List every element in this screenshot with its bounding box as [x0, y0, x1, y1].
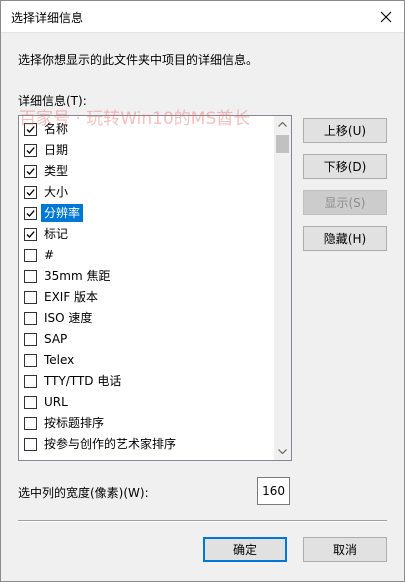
ok-button[interactable]: 确定 [203, 537, 287, 562]
scroll-down-button[interactable] [274, 443, 291, 460]
list-item[interactable]: URL [19, 392, 271, 413]
dialog-description: 选择你想显示的此文件夹中项目的详细信息。 [18, 53, 259, 67]
list-item-label: EXIF 版本 [44, 290, 99, 304]
scroll-up-arrow-icon [278, 122, 287, 127]
scrollbar-thumb[interactable] [276, 135, 289, 153]
checkmark-icon [26, 231, 35, 238]
checkmark-icon [26, 126, 35, 133]
list-item[interactable]: 按参与创作的艺术家排序 [19, 434, 271, 455]
scroll-up-button[interactable] [274, 116, 291, 133]
checkmark-icon [26, 189, 35, 196]
list-item[interactable]: 大小 [19, 182, 271, 203]
move-down-button[interactable]: 下移(D) [303, 154, 387, 179]
checkmark-icon [26, 147, 35, 154]
checkmark-icon [26, 168, 35, 175]
list-item-label: 名称 [44, 122, 69, 136]
list-item-label: TTY/TTD 电话 [44, 374, 122, 388]
list-item[interactable]: SAP [19, 329, 271, 350]
list-item-label: 日期 [44, 143, 69, 157]
hide-button[interactable]: 隐藏(H) [303, 226, 387, 251]
checkbox[interactable] [24, 333, 37, 346]
details-items: 名称日期类型大小分辨率标记 #35mm 焦距 EXIF 版本 ISO 速度 SAP Tel… [19, 119, 271, 455]
list-item-label: 35mm 焦距 [44, 269, 111, 283]
checkbox[interactable] [24, 228, 37, 241]
list-item[interactable]: 标记 [19, 224, 271, 245]
list-item[interactable]: 名称 [19, 119, 271, 140]
list-item-label: SAP [44, 332, 68, 346]
cancel-button[interactable]: 取消 [303, 537, 387, 562]
list-item-label: 类型 [44, 164, 69, 178]
list-item-label: 按标题排序 [44, 416, 105, 430]
close-button[interactable] [372, 3, 400, 31]
dialog-title: 选择详细信息 [11, 11, 84, 25]
checkbox[interactable] [24, 312, 37, 325]
list-item[interactable]: 日期 [19, 140, 271, 161]
details-listbox[interactable]: 名称日期类型大小分辨率标记 #35mm 焦距 EXIF 版本 ISO 速度 SAP Tel… [18, 115, 292, 461]
list-item[interactable]: Telex [19, 350, 271, 371]
checkbox[interactable] [24, 417, 37, 430]
list-item[interactable]: EXIF 版本 [19, 287, 271, 308]
move-up-button[interactable]: 上移(U) [303, 118, 387, 143]
list-item-label: ISO 速度 [44, 311, 93, 325]
checkbox[interactable] [24, 354, 37, 367]
checkmark-icon [26, 210, 35, 217]
list-item[interactable]: 35mm 焦距 [19, 266, 271, 287]
choose-details-dialog: 选择详细信息 选择你想显示的此文件夹中项目的详细信息。 详细信息(T): 百家号… [0, 0, 405, 582]
vertical-scrollbar[interactable] [274, 116, 291, 460]
checkbox[interactable] [24, 165, 37, 178]
list-item[interactable]: 分辨率 [19, 203, 271, 224]
list-item-label: # [44, 248, 55, 262]
scroll-down-arrow-icon [278, 449, 287, 454]
checkbox[interactable] [24, 396, 37, 409]
checkbox[interactable] [24, 144, 37, 157]
list-item-label: 按参与创作的艺术家排序 [44, 437, 177, 451]
checkbox[interactable] [24, 186, 37, 199]
details-list-label: 详细信息(T): [18, 94, 87, 108]
list-item[interactable]: 类型 [19, 161, 271, 182]
title-bar: 选择详细信息 [1, 1, 404, 33]
column-width-input[interactable]: 160 [257, 477, 290, 505]
checkbox[interactable] [24, 249, 37, 262]
list-item[interactable]: ISO 速度 [19, 308, 271, 329]
list-item-label: 大小 [44, 185, 69, 199]
list-item[interactable]: TTY/TTD 电话 [19, 371, 271, 392]
list-item-label: 标记 [44, 227, 69, 241]
list-item-label: URL [44, 395, 68, 409]
list-item[interactable]: 按标题排序 [19, 413, 271, 434]
list-item[interactable]: # [19, 245, 271, 266]
list-item-label: 分辨率 [41, 204, 84, 222]
checkbox[interactable] [24, 375, 37, 388]
checkbox[interactable] [24, 207, 37, 220]
checkbox[interactable] [24, 270, 37, 283]
checkbox[interactable] [24, 291, 37, 304]
checkbox[interactable] [24, 123, 37, 136]
show-button[interactable]: 显示(S) [303, 190, 387, 215]
divider [18, 520, 387, 522]
column-width-label: 选中列的宽度(像素)(W): [18, 486, 149, 500]
close-icon [380, 11, 392, 23]
checkbox[interactable] [24, 438, 37, 451]
list-item-label: Telex [44, 353, 75, 367]
